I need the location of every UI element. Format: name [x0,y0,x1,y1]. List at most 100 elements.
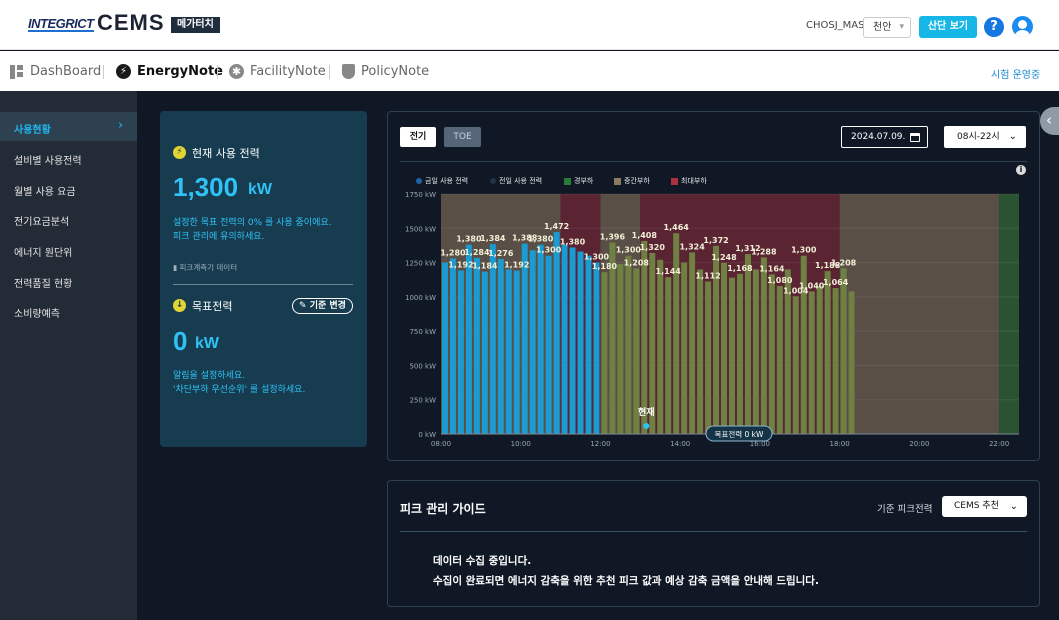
data-label: 1,064 [823,278,849,287]
yesterday-bar [816,285,823,434]
data-label: 1,300 [791,246,817,255]
y-tick-label: 1750 kW [405,191,436,199]
yesterday-bar [840,268,847,434]
yesterday-bar [792,296,799,434]
x-tick-label: 12:00 [590,440,610,448]
data-label: 1,112 [695,271,720,280]
data-label: 1,380 [456,235,482,244]
criteria-select[interactable]: CEMS 추천 ⌄ [942,496,1027,517]
data-label: 1,472 [544,222,569,231]
data-label: 1,300 [616,246,642,255]
data-label: 1,280 [440,248,466,257]
data-label: 1,320 [640,243,666,252]
yesterday-bar [697,269,704,434]
data-label: 1,324 [679,242,705,251]
data-label: 1,208 [624,258,650,267]
data-label: 1,192 [504,261,529,270]
yesterday-bar [848,291,855,434]
data-label: 1,184 [472,262,498,271]
load-band-light [999,194,1019,434]
yesterday-bar [609,242,616,434]
data-label: 1,080 [767,276,793,285]
x-tick-label: 08:00 [431,440,451,448]
today-bar [593,262,600,434]
x-tick-label: 14:00 [670,440,690,448]
y-tick-label: 250 kW [409,397,436,405]
data-label: 1,384 [480,234,506,243]
today-bar [561,244,568,434]
data-label: 1,380 [560,237,586,246]
yesterday-bar [673,233,680,434]
data-label: 1,164 [759,264,785,273]
today-bar [529,250,536,434]
data-label: 1,284 [464,248,490,257]
data-label: 1,408 [632,231,658,240]
today-bar [553,232,560,434]
data-label: 1,248 [711,253,737,262]
today-bar [521,243,528,434]
today-bar [481,271,488,434]
today-bar [489,244,496,434]
yesterday-bar [808,291,815,434]
today-bar [442,262,448,434]
x-tick-label: 18:00 [830,440,850,448]
yesterday-bar [689,252,696,434]
yesterday-bar [601,272,608,434]
today-bar [537,244,544,434]
data-label: 1,144 [656,267,682,276]
yesterday-bar [665,277,672,434]
current-marker-label: 현재 [638,406,655,418]
today-bar [577,251,584,434]
yesterday-bar [736,273,743,434]
x-tick-label: 10:00 [511,440,531,448]
yesterday-bar [752,269,759,434]
yesterday-bar [776,285,783,434]
data-label: 1,396 [600,233,626,242]
current-marker-dot [643,423,650,429]
yesterday-bar [625,255,632,434]
today-bar [569,247,576,434]
data-label: 1,464 [664,223,690,232]
y-tick-label: 1250 kW [405,260,436,268]
yesterday-bar [721,262,728,434]
data-label: 1,372 [703,236,728,245]
today-bar [449,258,456,434]
guide-criteria-label: 기준 피크전력 [877,504,933,515]
yesterday-bar [729,277,735,434]
yesterday-bar [617,263,624,434]
yesterday-bar [641,240,648,434]
y-tick-label: 750 kW [409,328,436,336]
today-bar [465,244,472,434]
today-bar [545,255,552,434]
guide-title: 피크 관리 가이드 [400,502,486,516]
data-label: 1,288 [751,247,777,256]
x-tick-label: 22:00 [989,440,1009,448]
yesterday-bar [760,257,767,434]
today-bar [457,270,464,434]
today-bar [513,270,520,434]
data-label: 1,300 [584,253,610,262]
yesterday-bar [768,274,775,434]
chevron-down-icon: ⌄ [1009,501,1018,512]
today-bar [497,259,504,434]
yesterday-bar [832,288,839,434]
yesterday-bar [657,259,664,434]
data-label: 1,300 [536,246,562,255]
y-tick-label: 1000 kW [405,294,436,302]
today-bar [473,257,480,434]
yesterday-bar [744,254,751,434]
data-label: 1,276 [488,249,514,258]
x-tick-label: 20:00 [909,440,929,448]
data-label: 1,168 [727,264,753,273]
y-tick-label: 1500 kW [405,225,436,233]
y-tick-label: 0 kW [418,431,436,439]
guide-message-1: 데이터 수집 중입니다. [433,555,532,567]
yesterday-bar [824,271,831,434]
guide-message-2: 수집이 완료되면 에너지 감축을 위한 추천 피크 값과 예상 감축 금액을 안… [433,575,819,587]
yesterday-bar [681,262,688,434]
data-label: 1,380 [528,235,554,244]
target-power-pill-label: 목표전력 0 kW [715,429,764,439]
today-bar [505,269,512,434]
y-tick-label: 500 kW [409,362,436,370]
today-bar [585,255,592,434]
